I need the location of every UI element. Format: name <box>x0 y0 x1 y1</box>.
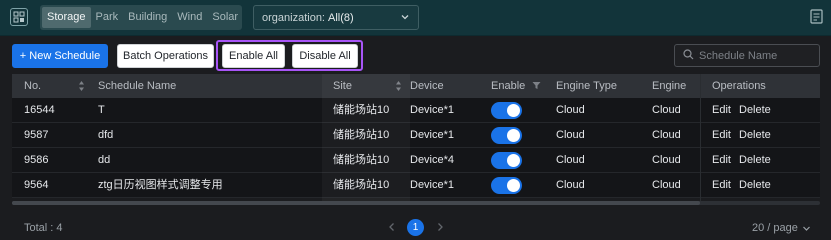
tab-storage[interactable]: Storage <box>42 7 91 28</box>
cell-no: 9587 <box>24 129 49 141</box>
table-row: 9564 ztg日历视图样式调整专用 储能场站10 Device*1 Cloud… <box>12 173 820 198</box>
enable-all-button[interactable]: Enable All <box>222 44 285 68</box>
cell-no: 9564 <box>24 179 49 191</box>
chevron-down-icon[interactable] <box>802 224 811 236</box>
table-row: 9586 dd 储能场站10 Device*4 Cloud Cloud Edit… <box>12 148 820 173</box>
cell-no: 16544 <box>24 104 55 116</box>
cell-device: Device*1 <box>410 129 455 141</box>
header-engine-type: Engine Type <box>556 80 617 92</box>
table-row: 16544 T 储能场站10 Device*1 Cloud Cloud Edit… <box>12 98 820 123</box>
edit-link[interactable]: Edit <box>712 173 731 197</box>
total-count: Total : 4 <box>24 222 63 234</box>
filter-icon[interactable] <box>532 81 541 93</box>
cell-device: Device*1 <box>410 104 455 116</box>
cell-engine: Cloud <box>652 179 681 191</box>
category-tabs: Storage Park Building Wind Solar <box>40 5 242 30</box>
chevron-down-icon <box>400 12 410 25</box>
page-size-select[interactable]: 20 / page <box>752 222 798 234</box>
delete-link[interactable]: Delete <box>739 173 771 197</box>
app-grid-icon[interactable] <box>10 8 28 26</box>
table-header: No. Schedule Name Site Device Enable Eng… <box>12 74 820 98</box>
organization-select[interactable]: organization: All(8) <box>253 5 419 30</box>
disable-all-button[interactable]: Disable All <box>292 44 358 68</box>
delete-link[interactable]: Delete <box>739 123 771 147</box>
batch-operations-button[interactable]: Batch Operations <box>117 44 214 68</box>
cell-engine: Cloud <box>652 129 681 141</box>
horizontal-scrollbar[interactable] <box>12 201 820 205</box>
enable-toggle[interactable] <box>491 127 522 144</box>
tab-wind[interactable]: Wind <box>172 7 207 28</box>
tab-solar[interactable]: Solar <box>207 7 243 28</box>
organization-value: All(8) <box>328 11 354 24</box>
table-row: 9587 dfd 储能场站10 Device*1 Cloud Cloud Edi… <box>12 123 820 148</box>
edit-link[interactable]: Edit <box>712 123 731 147</box>
search-input[interactable] <box>699 49 809 62</box>
site-column-shade <box>322 74 410 201</box>
schedule-table: No. Schedule Name Site Device Enable Eng… <box>12 74 820 204</box>
toggle-knob <box>507 179 520 192</box>
header-enable: Enable <box>491 80 526 92</box>
edit-link[interactable]: Edit <box>712 148 731 172</box>
cell-device: Device*1 <box>410 179 455 191</box>
operations-divider <box>700 74 701 201</box>
enable-toggle[interactable] <box>491 102 522 119</box>
cell-engine: Cloud <box>652 104 681 116</box>
cell-engine-type: Cloud <box>556 129 585 141</box>
toggle-knob <box>507 129 520 142</box>
delete-link[interactable]: Delete <box>739 148 771 172</box>
cell-device: Device*4 <box>410 154 455 166</box>
toggle-knob <box>507 104 520 117</box>
header-schedule-name: Schedule Name <box>98 80 177 92</box>
organization-label: organization: <box>262 11 325 24</box>
toggle-knob <box>507 154 520 167</box>
tab-building[interactable]: Building <box>123 7 172 28</box>
chevron-right-icon[interactable] <box>436 221 444 235</box>
enable-toggle[interactable] <box>491 177 522 194</box>
new-schedule-button[interactable]: + New Schedule <box>12 44 108 68</box>
chevron-left-icon[interactable] <box>388 221 396 235</box>
delete-link[interactable]: Delete <box>739 98 771 122</box>
cell-schedule-name: dd <box>98 154 111 166</box>
cell-schedule-name: ztg日历视图样式调整专用 <box>98 179 223 191</box>
edit-link[interactable]: Edit <box>712 98 731 122</box>
tab-park[interactable]: Park <box>91 7 124 28</box>
header-engine: Engine <box>652 80 687 92</box>
document-icon[interactable] <box>810 9 823 27</box>
top-bar: Storage Park Building Wind Solar organiz… <box>0 0 831 36</box>
search-box[interactable] <box>674 44 820 67</box>
header-operations: Operations <box>712 80 766 92</box>
cell-engine-type: Cloud <box>556 179 585 191</box>
cell-engine-type: Cloud <box>556 154 585 166</box>
cell-no: 9586 <box>24 154 49 166</box>
cell-engine: Cloud <box>652 154 681 166</box>
enable-toggle[interactable] <box>491 152 522 169</box>
page-button[interactable]: 1 <box>407 219 424 236</box>
cell-engine-type: Cloud <box>556 104 585 116</box>
header-no: No. <box>24 80 42 92</box>
scrollbar-thumb[interactable] <box>12 201 700 205</box>
search-icon <box>683 48 694 63</box>
sort-icon[interactable] <box>78 80 85 95</box>
header-device: Device <box>410 80 444 92</box>
cell-schedule-name: T <box>98 104 105 116</box>
cell-schedule-name: dfd <box>98 129 114 141</box>
